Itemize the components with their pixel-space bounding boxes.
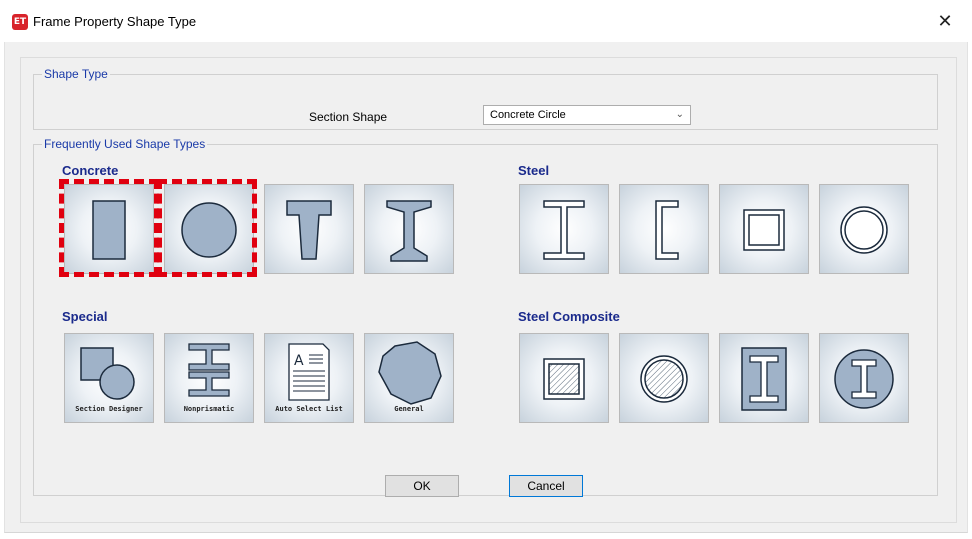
concrete-heading: Concrete (62, 163, 119, 178)
filled-steel-tube-icon (543, 358, 585, 400)
steel-tube-icon (743, 209, 785, 251)
shape-type-legend: Shape Type (42, 67, 110, 81)
encased-steel-rectangle-icon (741, 347, 787, 411)
concrete-tee-button[interactable] (264, 184, 354, 274)
general-button[interactable]: General (364, 333, 454, 423)
filled-steel-pipe-button[interactable] (619, 333, 709, 423)
dialog-body: Shape Type Section Shape Concrete Circle… (4, 42, 968, 533)
window-title: Frame Property Shape Type (33, 14, 197, 29)
concrete-i-section-icon (386, 200, 432, 262)
concrete-tee-icon (286, 200, 332, 260)
ok-button[interactable]: OK (385, 475, 459, 497)
auto-select-list-button[interactable]: A Auto Select List (264, 333, 354, 423)
etabs-app-icon: ET (12, 14, 28, 30)
section-designer-caption: Section Designer (75, 405, 143, 413)
filled-steel-tube-button[interactable] (519, 333, 609, 423)
encased-steel-rectangle-button[interactable] (719, 333, 809, 423)
steel-i-wide-flange-icon (543, 200, 585, 260)
selection-highlight-1 (59, 179, 159, 277)
filled-steel-pipe-icon (640, 355, 688, 403)
steel-i-wide-flange-button[interactable] (519, 184, 609, 274)
title-bar: ET Frame Property Shape Type ✕ (0, 0, 972, 42)
special-heading: Special (62, 309, 108, 324)
svg-text:A: A (294, 353, 304, 369)
close-button[interactable]: ✕ (930, 8, 960, 36)
steel-tube-button[interactable] (719, 184, 809, 274)
steel-channel-icon (655, 200, 679, 260)
nonprismatic-caption: Nonprismatic (183, 405, 235, 413)
general-caption: General (394, 405, 424, 413)
concrete-i-section-button[interactable] (364, 184, 454, 274)
steel-pipe-button[interactable] (819, 184, 909, 274)
section-shape-label: Section Shape (309, 110, 388, 124)
nonprismatic-button[interactable]: Nonprismatic (164, 333, 254, 423)
section-designer-button[interactable]: Section Designer (64, 333, 154, 423)
frequent-shapes-legend: Frequently Used Shape Types (42, 137, 208, 151)
encased-steel-circle-icon (834, 349, 894, 409)
section-shape-value: Concrete Circle (490, 109, 566, 121)
cancel-button[interactable]: Cancel (509, 475, 583, 497)
steel-pipe-icon (840, 206, 888, 254)
selection-highlight-2 (157, 179, 257, 277)
auto-select-list-caption: Auto Select List (275, 405, 343, 413)
encased-steel-circle-button[interactable] (819, 333, 909, 423)
section-shape-dropdown[interactable]: Concrete Circle ⌄ (483, 105, 691, 125)
steel-composite-heading: Steel Composite (518, 309, 620, 324)
steel-heading: Steel (518, 163, 550, 178)
outer-panel: Shape Type Section Shape Concrete Circle… (20, 57, 957, 523)
chevron-down-icon: ⌄ (675, 109, 684, 120)
steel-channel-button[interactable] (619, 184, 709, 274)
